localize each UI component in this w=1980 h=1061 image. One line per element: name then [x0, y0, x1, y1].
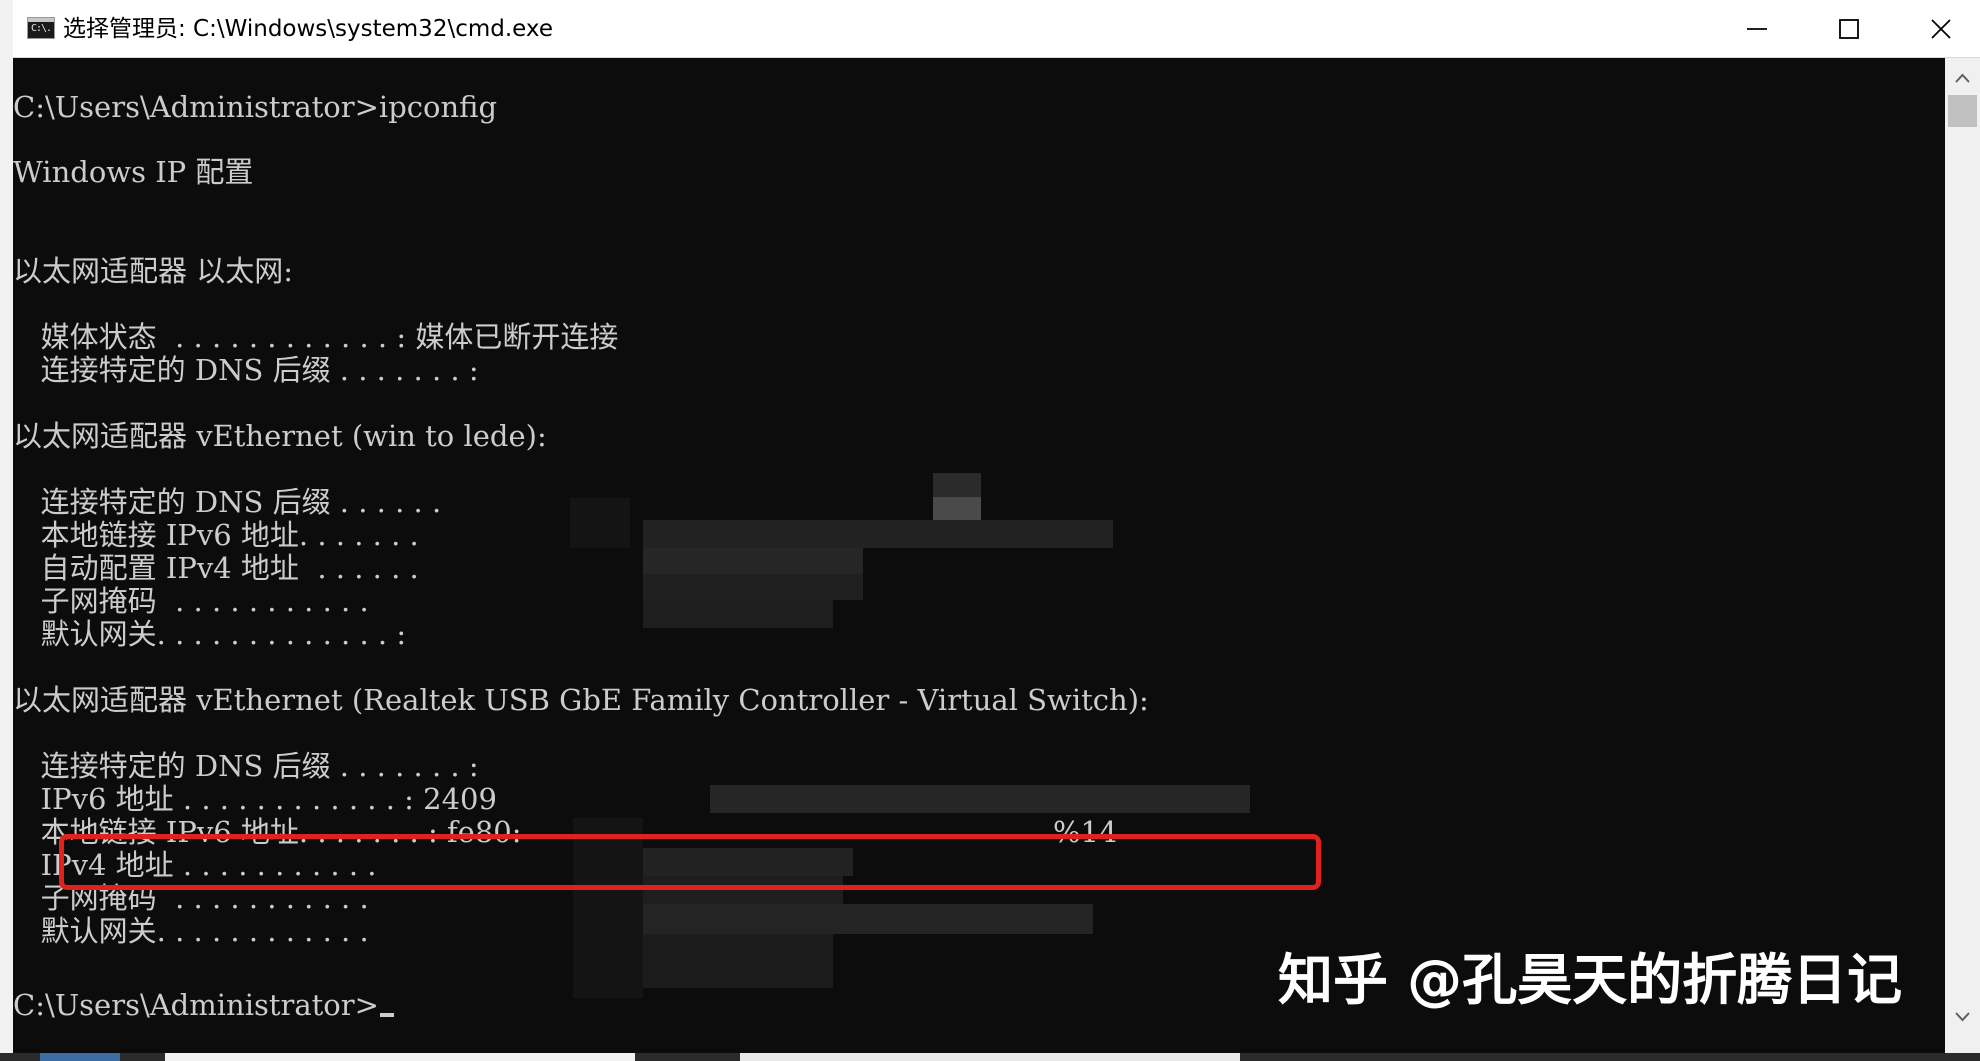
taskbar-edge [0, 1053, 1980, 1061]
vertical-scrollbar[interactable] [1945, 58, 1980, 1053]
console-line: 默认网关. . . . . . . . . . . . [13, 914, 369, 948]
scroll-down-icon[interactable] [1954, 1011, 1971, 1023]
ipv6-highlight-box [59, 834, 1321, 890]
minimize-icon [1747, 28, 1767, 30]
redaction [643, 934, 833, 988]
redaction [643, 600, 833, 628]
redaction [933, 473, 981, 497]
close-button[interactable] [1895, 0, 1980, 57]
redaction [643, 574, 863, 600]
console-line: 以太网适配器 vEthernet (Realtek USB GbE Family… [13, 683, 1149, 717]
taskbar-item[interactable] [740, 1053, 1240, 1061]
console-prompt[interactable]: C:\Users\Administrator> [13, 988, 394, 1022]
redaction [643, 520, 1113, 548]
cmd-icon[interactable]: C:\. [27, 17, 55, 39]
text-cursor [379, 1013, 394, 1017]
console-line: 连接特定的 DNS 后缀 . . . . . . . : [13, 749, 479, 783]
redaction [643, 548, 863, 574]
cmd-window: C:\. 选择管理员: C:\Windows\system32\cmd.exe … [0, 0, 1980, 1061]
title-bar[interactable]: C:\. 选择管理员: C:\Windows\system32\cmd.exe [13, 0, 1980, 58]
console-line: 媒体状态 . . . . . . . . . . . . : 媒体已断开连接 [13, 320, 619, 354]
console-line: 以太网适配器 以太网: [13, 254, 293, 288]
redaction [933, 497, 981, 521]
console-line: 连接特定的 DNS 后缀 . . . . . . [13, 485, 442, 519]
close-icon [1931, 19, 1951, 39]
taskbar-item[interactable] [40, 1053, 120, 1061]
console-line: Windows IP 配置 [13, 155, 254, 189]
scroll-up-icon[interactable] [1954, 72, 1971, 84]
redaction [570, 498, 630, 548]
redaction [710, 785, 1250, 813]
console-output[interactable]: C:\Users\Administrator>ipconfig Windows … [13, 58, 1945, 1053]
console-line: IPv6 地址 . . . . . . . . . . . . : 2409 [13, 782, 497, 816]
watermark: 知乎 @孔昊天的折腾日记 [1278, 948, 1903, 1012]
minimize-button[interactable] [1711, 0, 1803, 57]
console-line: 自动配置 IPv4 地址 . . . . . . [13, 551, 419, 585]
console-line: 以太网适配器 vEthernet (win to lede): [13, 419, 547, 453]
maximize-icon [1839, 19, 1859, 39]
console-line: 本地链接 IPv6 地址. . . . . . . [13, 518, 419, 552]
desktop-edge [0, 0, 13, 1061]
taskbar-item[interactable] [165, 1053, 635, 1061]
window-title: 选择管理员: C:\Windows\system32\cmd.exe [63, 16, 553, 42]
prompt-text: C:\Users\Administrator> [13, 988, 379, 1022]
console-line: 连接特定的 DNS 后缀 . . . . . . . : [13, 353, 479, 387]
console-line: 默认网关. . . . . . . . . . . . . : [13, 617, 407, 651]
console-line: 子网掩码 . . . . . . . . . . . [13, 584, 369, 618]
maximize-button[interactable] [1803, 0, 1895, 57]
scroll-thumb[interactable] [1948, 95, 1977, 127]
console-line: C:\Users\Administrator>ipconfig [13, 90, 498, 124]
redaction [643, 904, 1093, 934]
